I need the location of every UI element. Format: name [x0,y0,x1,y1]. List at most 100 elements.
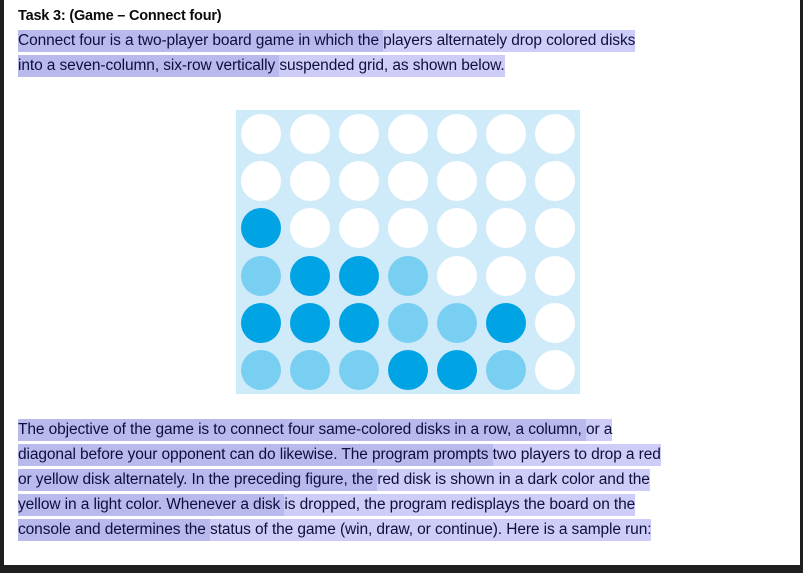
objective-line-5: console and determines the status of the… [18,517,790,542]
board-cell-r6-c1[interactable] [236,347,285,394]
board-cell-r6-c3[interactable] [334,347,383,394]
objective-line-2-segment-2: two players to drop a red [492,444,661,466]
disk-empty-icon [387,160,428,201]
board-cell-r2-c4[interactable] [383,157,432,204]
board-cell-r1-c1[interactable] [236,110,285,157]
objective-line-5-segment-2: status of the game (win, draw, or contin… [210,519,652,541]
intro-line-2-segment-2: suspended grid, as shown below. [279,55,505,77]
objective-line-3: or yellow disk alternately. In the prece… [18,467,790,492]
disk-empty-icon [437,113,478,154]
board-cell-r2-c7[interactable] [531,157,580,204]
board-cell-r3-c4[interactable] [383,205,432,252]
board-cell-r1-c2[interactable] [285,110,334,157]
disk-red-icon [486,302,527,343]
objective-line-5-segment-1: console and determines the [18,519,211,541]
document-page: Task 3: (Game – Connect four) Connect fo… [0,0,803,573]
objective-paragraph: The objective of the game is to connect … [18,417,790,542]
disk-empty-icon [535,255,576,296]
board-cell-r5-c4[interactable] [383,299,432,346]
disk-red-icon [289,302,330,343]
disk-empty-icon [387,208,428,249]
disk-empty-icon [240,160,281,201]
objective-line-3-segment-1: or yellow disk alternately. In the prece… [18,469,378,491]
disk-yellow-icon [486,350,527,391]
disk-yellow-icon [289,350,330,391]
intro-line-2: into a seven-column, six-row vertically … [18,53,790,78]
disk-empty-icon [338,160,379,201]
disk-red-icon [289,255,330,296]
board-cell-r3-c2[interactable] [285,205,334,252]
intro-line-1: Connect four is a two-player board game … [18,28,790,53]
intro-paragraph: Connect four is a two-player board game … [18,28,790,78]
disk-empty-icon [535,160,576,201]
disk-yellow-icon [338,350,379,391]
board-cell-r3-c7[interactable] [531,205,580,252]
disk-empty-icon [289,113,330,154]
board-cell-r1-c7[interactable] [531,110,580,157]
disk-empty-icon [437,208,478,249]
disk-empty-icon [338,113,379,154]
board-cell-r4-c5[interactable] [433,252,482,299]
intro-line-1-segment-1: Connect four is a two-player board game … [18,30,384,52]
disk-empty-icon [338,208,379,249]
disk-empty-icon [535,350,576,391]
board-cell-r3-c6[interactable] [482,205,531,252]
disk-red-icon [387,350,428,391]
disk-empty-icon [535,302,576,343]
board-cell-r6-c5[interactable] [433,347,482,394]
board-cell-r3-c3[interactable] [334,205,383,252]
disk-empty-icon [535,113,576,154]
disk-empty-icon [486,255,527,296]
board-cell-r1-c5[interactable] [433,110,482,157]
disk-empty-icon [289,208,330,249]
board-cell-r1-c4[interactable] [383,110,432,157]
board-cell-r3-c5[interactable] [433,205,482,252]
intro-line-2-segment-1: into a seven-column, six-row vertically [18,55,280,77]
board-cell-r6-c6[interactable] [482,347,531,394]
board-cell-r4-c7[interactable] [531,252,580,299]
board-cell-r4-c3[interactable] [334,252,383,299]
connect-four-board [236,110,580,394]
board-cell-r5-c1[interactable] [236,299,285,346]
objective-line-1: The objective of the game is to connect … [18,417,790,442]
disk-empty-icon [437,160,478,201]
document-content: Task 3: (Game – Connect four) Connect fo… [4,0,800,565]
board-cell-r1-c3[interactable] [334,110,383,157]
disk-yellow-icon [387,255,428,296]
objective-line-1-segment-2: or a [585,419,612,441]
disk-yellow-icon [240,255,281,296]
disk-empty-icon [486,160,527,201]
board-cell-r4-c6[interactable] [482,252,531,299]
board-cell-r2-c5[interactable] [433,157,482,204]
board-cell-r3-c1[interactable] [236,205,285,252]
intro-line-1-segment-2: players alternately drop colored disks [383,30,635,52]
disk-empty-icon [240,113,281,154]
objective-line-4-segment-1: yellow in a light color. Whenever a disk [18,494,285,516]
objective-line-4: yellow in a light color. Whenever a disk… [18,492,790,517]
objective-line-4-segment-2: is dropped, the program redisplays the b… [284,494,635,516]
board-cell-r2-c1[interactable] [236,157,285,204]
board-cell-r5-c6[interactable] [482,299,531,346]
objective-line-2: diagonal before your opponent can do lik… [18,442,790,467]
board-cell-r5-c2[interactable] [285,299,334,346]
board-cell-r4-c4[interactable] [383,252,432,299]
objective-line-1-segment-1: The objective of the game is to connect … [18,419,586,441]
objective-line-2-segment-1: diagonal before your opponent can do lik… [18,444,493,466]
board-cell-r5-c3[interactable] [334,299,383,346]
page-title: Task 3: (Game – Connect four) [18,8,222,24]
disk-red-icon [338,302,379,343]
board-cell-r6-c7[interactable] [531,347,580,394]
disk-red-icon [240,208,281,249]
board-cell-r4-c2[interactable] [285,252,334,299]
board-cell-r4-c1[interactable] [236,252,285,299]
objective-line-3-segment-2: red disk is shown in a dark color and th… [377,469,650,491]
board-cell-r5-c7[interactable] [531,299,580,346]
board-cell-r1-c6[interactable] [482,110,531,157]
board-cell-r2-c3[interactable] [334,157,383,204]
board-cell-r6-c2[interactable] [285,347,334,394]
board-cell-r2-c6[interactable] [482,157,531,204]
board-cell-r6-c4[interactable] [383,347,432,394]
board-cell-r5-c5[interactable] [433,299,482,346]
board-cell-r2-c2[interactable] [285,157,334,204]
disk-red-icon [240,302,281,343]
